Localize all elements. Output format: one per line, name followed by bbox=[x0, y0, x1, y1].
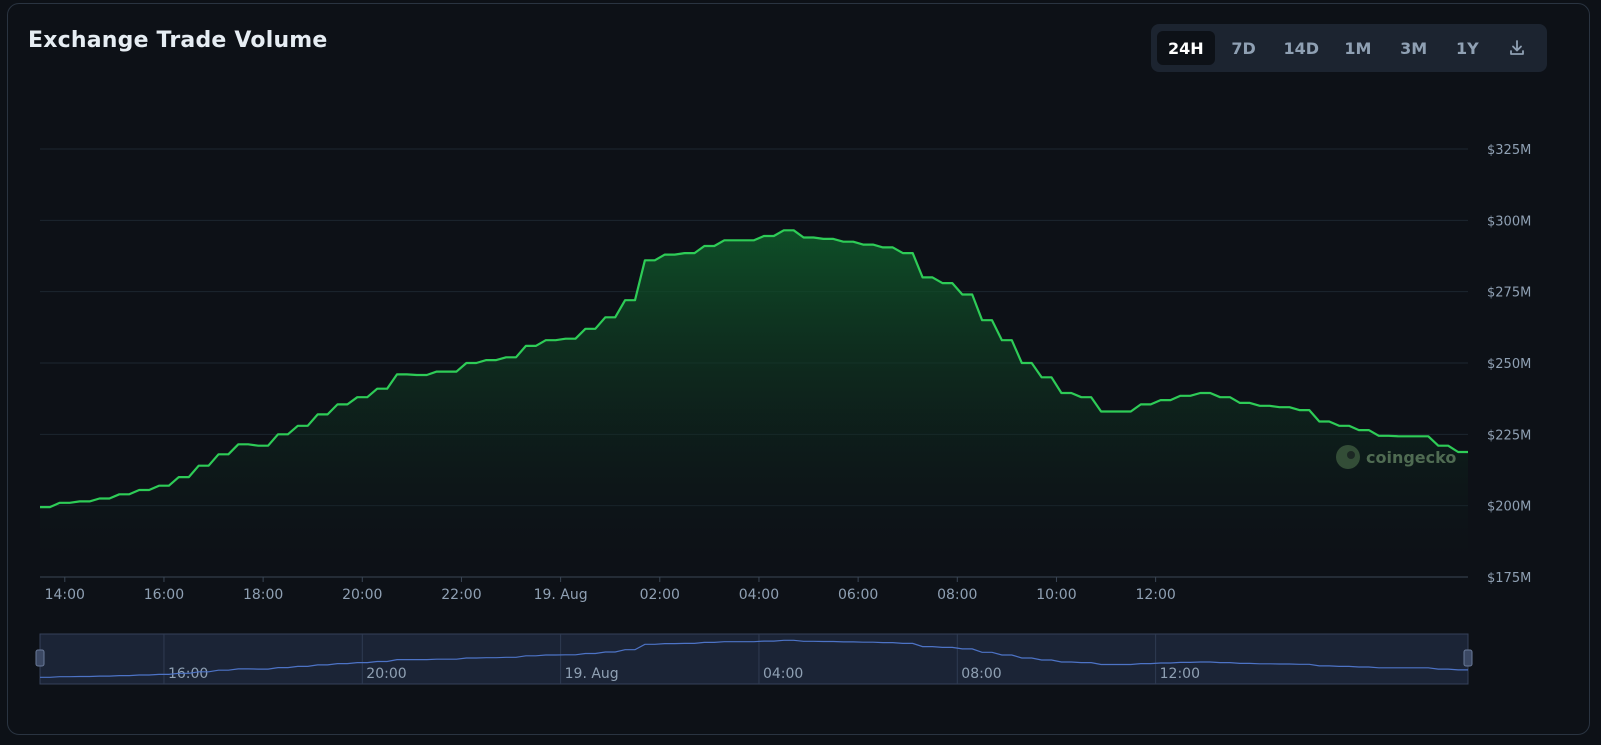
navigator-handle-left[interactable] bbox=[35, 649, 45, 667]
y-tick-label-300: $300M bbox=[1487, 214, 1531, 229]
navigator[interactable]: 16:00 20:00 19. Aug 04:00 08:00 12:00 bbox=[35, 633, 1473, 685]
navigator-tick-label: 04:00 bbox=[763, 666, 803, 682]
chart-svg: $175M $200M $225M $250M $275M $300M $325M 14:0… bbox=[35, 143, 1531, 685]
area-fill bbox=[40, 230, 1468, 558]
coingecko-watermark: coingecko bbox=[1336, 445, 1456, 469]
coingecko-logo-eye bbox=[1347, 451, 1355, 459]
navigator-handle-right[interactable] bbox=[1463, 649, 1473, 667]
x-tick-label: 18:00 bbox=[243, 587, 283, 603]
watermark-text: coingecko bbox=[1366, 448, 1456, 467]
x-tick-label: 04:00 bbox=[739, 587, 779, 603]
y-tick-label-250: $250M bbox=[1487, 357, 1531, 372]
x-axis: 14:00 16:00 18:00 20:00 22:00 19. Aug 02:00 04:… bbox=[45, 577, 1176, 603]
x-tick-label: 16:00 bbox=[144, 587, 184, 603]
y-tick-label-200: $200M bbox=[1487, 500, 1531, 515]
navigator-tick-label: 20:00 bbox=[366, 666, 406, 682]
y-tick-label-325: $325M bbox=[1487, 143, 1531, 158]
plot-area bbox=[40, 229, 1468, 558]
x-tick-label: 06:00 bbox=[838, 587, 878, 603]
x-tick-label: 19. Aug bbox=[534, 587, 588, 603]
y-axis: $175M $200M $225M $250M $275M $300M $325M bbox=[1487, 143, 1531, 586]
y-tick-label-275: $275M bbox=[1487, 286, 1531, 301]
x-tick-label: 02:00 bbox=[640, 587, 680, 603]
navigator-tick-label: 12:00 bbox=[1160, 666, 1200, 682]
y-tick-label-175: $175M bbox=[1487, 571, 1531, 586]
x-tick-label: 12:00 bbox=[1135, 587, 1175, 603]
x-tick-label: 10:00 bbox=[1036, 587, 1076, 603]
y-tick-label-225: $225M bbox=[1487, 428, 1531, 443]
x-tick-label: 08:00 bbox=[937, 587, 977, 603]
x-tick-label: 20:00 bbox=[342, 587, 382, 603]
navigator-tick-label: 19. Aug bbox=[565, 666, 619, 682]
x-tick-label: 14:00 bbox=[45, 587, 85, 603]
navigator-tick-label: 08:00 bbox=[961, 666, 1001, 682]
x-tick-label: 22:00 bbox=[441, 587, 481, 603]
